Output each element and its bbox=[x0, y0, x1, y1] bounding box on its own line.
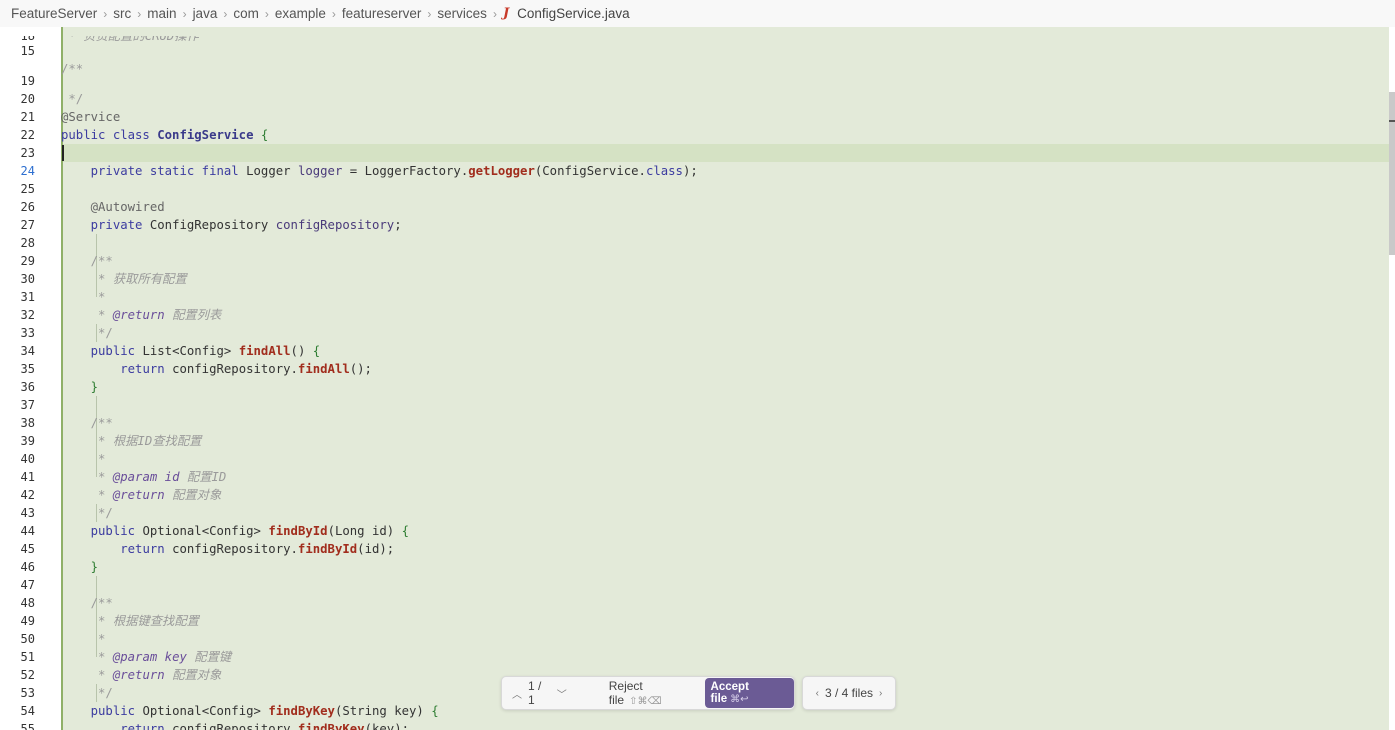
code-text: * 负责配置的CRUD操作 bbox=[61, 36, 199, 43]
java-file-icon: J bbox=[502, 6, 510, 21]
scrollbar-cursor-marker bbox=[1389, 120, 1395, 122]
code-line: 45 } bbox=[0, 522, 1389, 574]
code-line: 38 * 根据ID查找配置 bbox=[0, 396, 1389, 448]
code-line: 21 public class ConfigService { bbox=[0, 90, 1389, 142]
code-line: 56 bbox=[0, 720, 1389, 730]
code-line: 39 * bbox=[0, 414, 1389, 466]
breadcrumb: FeatureServer › src › main › java › com … bbox=[0, 0, 1395, 27]
code-line: 48 * 根据键查找配置 bbox=[0, 576, 1389, 628]
chevron-left-icon[interactable]: ‹ bbox=[816, 688, 819, 699]
reject-file-button[interactable]: Reject file ⇧⌘⌫ bbox=[609, 679, 697, 707]
code-line: 42 */ bbox=[0, 468, 1389, 520]
chevron-right-icon: › bbox=[137, 6, 142, 21]
code-line: 30 * bbox=[0, 252, 1389, 304]
code-line: 43 public Optional<Config> findById(Long… bbox=[0, 486, 1389, 538]
code-line: 36 bbox=[0, 360, 1389, 394]
code-editor[interactable]: 15 /** 18 * 负责配置的CRUD操作 19 */ 20 @Servic… bbox=[0, 27, 1395, 730]
breadcrumb-item-src[interactable]: src bbox=[113, 6, 131, 21]
file-navigator: ‹ 3 / 4 files › bbox=[802, 676, 896, 710]
accept-file-button[interactable]: Accept file ⌘↩ bbox=[704, 678, 794, 708]
code-line: 23 private static final Logger logger = … bbox=[0, 126, 1389, 178]
breadcrumb-file-name[interactable]: ConfigService.java bbox=[517, 6, 630, 21]
breadcrumb-item-com[interactable]: com bbox=[233, 6, 259, 21]
code-line: 41 * @return 配置对象 bbox=[0, 450, 1389, 502]
code-line: 28 /** bbox=[0, 216, 1389, 268]
breadcrumb-item-featureserver[interactable]: FeatureServer bbox=[11, 6, 97, 21]
reject-shortcut: ⇧⌘⌫ bbox=[629, 696, 662, 707]
chevron-right-icon: › bbox=[182, 6, 187, 21]
accept-shortcut: ⌘↩ bbox=[730, 694, 749, 705]
code-line: 50 * @param key 配置键 bbox=[0, 612, 1389, 664]
chevron-right-icon: › bbox=[492, 6, 497, 21]
code-line: 52 */ bbox=[0, 648, 1389, 700]
code-line: 18 * 负责配置的CRUD操作 bbox=[0, 36, 1389, 46]
code-line: 37 /** bbox=[0, 378, 1389, 430]
code-line: 51 * @return 配置对象 bbox=[0, 630, 1389, 682]
files-counter: 3 / 4 files bbox=[824, 686, 874, 700]
code-line: 35 } bbox=[0, 342, 1389, 394]
breadcrumb-item-example[interactable]: example bbox=[275, 6, 326, 21]
chevron-right-icon: › bbox=[331, 6, 336, 21]
code-line: 26 private ConfigRepository configReposi… bbox=[0, 180, 1389, 232]
line-number: 18 bbox=[20, 36, 35, 43]
code-line: 25 @Autowired bbox=[0, 162, 1389, 214]
chevron-right-icon: › bbox=[427, 6, 432, 21]
diff-review-toolbar: ︿ 1 / 1 ﹀ Reject file ⇧⌘⌫ Accept file ⌘↩ bbox=[501, 676, 795, 710]
breadcrumb-item-main[interactable]: main bbox=[147, 6, 176, 21]
breadcrumb-item-java[interactable]: java bbox=[193, 6, 218, 21]
breadcrumb-item-featureserver-pkg[interactable]: featureserver bbox=[342, 6, 422, 21]
code-line: 44 return configRepository.findById(id); bbox=[0, 504, 1389, 556]
code-line: 49 * bbox=[0, 594, 1389, 646]
chevron-down-icon[interactable]: ﹀ bbox=[557, 686, 567, 701]
code-line: 40 * @param id 配置ID bbox=[0, 432, 1389, 484]
chevron-right-icon: › bbox=[103, 6, 108, 21]
code-line: 27 bbox=[0, 198, 1389, 232]
code-line: 20 @Service bbox=[0, 72, 1389, 124]
text-cursor bbox=[62, 145, 64, 161]
code-line: 46 bbox=[0, 540, 1389, 574]
chevron-right-icon: › bbox=[264, 6, 269, 21]
code-line: 31 * @return 配置列表 bbox=[0, 270, 1389, 322]
scrollbar-thumb[interactable] bbox=[1389, 92, 1395, 255]
code-line: 22 bbox=[0, 108, 1389, 142]
change-counter: 1 / 1 bbox=[528, 679, 542, 707]
code-line: 34 return configRepository.findAll(); bbox=[0, 324, 1389, 376]
code-line: 33 public List<Config> findAll() { bbox=[0, 306, 1389, 358]
code-line: 19 */ bbox=[0, 54, 1389, 106]
chevron-up-icon[interactable]: ︿ bbox=[512, 686, 522, 701]
chevron-right-icon[interactable]: › bbox=[879, 688, 882, 699]
code-line: 32 */ bbox=[0, 288, 1389, 340]
breadcrumb-item-services[interactable]: services bbox=[437, 6, 487, 21]
chevron-right-icon: › bbox=[223, 6, 228, 21]
code-line: 47 /** bbox=[0, 558, 1389, 610]
code-line: 29 * 获取所有配置 bbox=[0, 234, 1389, 286]
code-line: 24 bbox=[0, 144, 1389, 178]
